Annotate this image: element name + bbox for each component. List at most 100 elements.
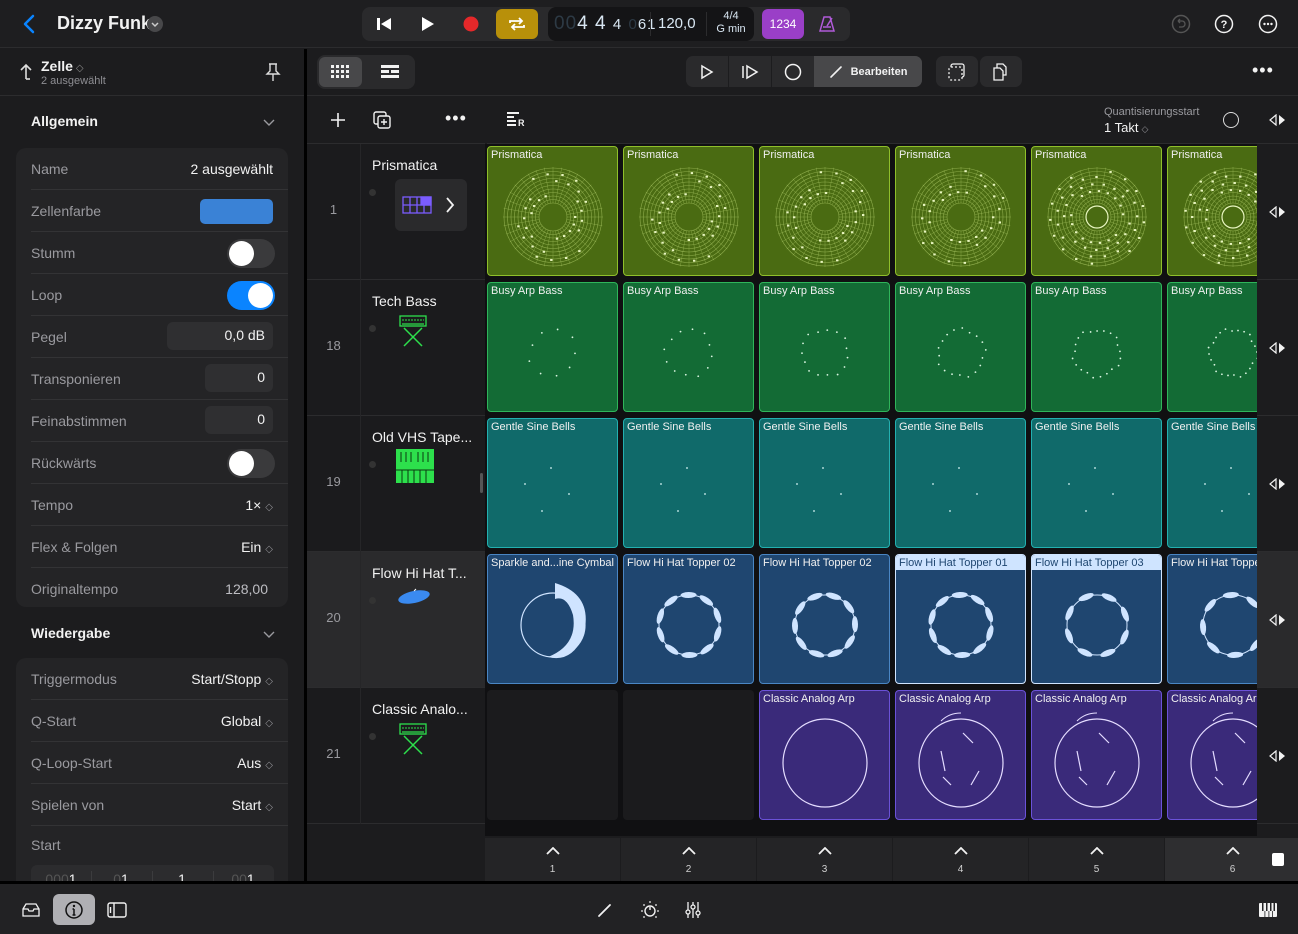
track-launch-button[interactable] (1257, 280, 1298, 416)
track-row[interactable]: 20 Flow Hi Hat T... (307, 552, 485, 688)
cell-color-swatch[interactable] (200, 199, 273, 224)
tempo-select[interactable]: 1× ◇ (245, 497, 273, 513)
play-from-select[interactable]: Start ◇ (232, 797, 273, 813)
pencil-tool-button[interactable] (592, 897, 618, 923)
clip-cell[interactable]: Prismatica (1167, 146, 1257, 276)
project-title[interactable]: Dizzy Funk (57, 13, 151, 34)
track-row[interactable]: 21 Classic Analo... (307, 688, 485, 824)
flex-follow-select[interactable]: Ein ◇ (241, 539, 273, 555)
inspector-up-button[interactable] (18, 61, 34, 81)
play-mode-button[interactable] (686, 56, 729, 87)
clip-cell[interactable]: Flow Hi Hat Topper 02 (759, 554, 890, 684)
track-launch-button[interactable] (1257, 144, 1298, 280)
copy-cells-button[interactable] (980, 56, 1022, 87)
pin-button[interactable] (265, 62, 281, 82)
section-general-header[interactable]: Allgemein (0, 107, 304, 137)
stop-all-scenes-button[interactable] (1272, 853, 1284, 866)
record-button[interactable] (451, 7, 491, 41)
clip-cell[interactable]: Busy Arp Bass (1167, 282, 1257, 412)
clip-cell-selected[interactable]: Flow Hi Hat Topper 03 (1031, 554, 1162, 684)
start-beat[interactable]: 01 (91, 871, 151, 881)
count-in-button[interactable]: 1234 (762, 9, 804, 39)
scene-launch-button[interactable]: 2 (621, 838, 757, 881)
clip-cell[interactable]: Gentle Sine Bells (623, 418, 754, 548)
play-from-selection-button[interactable] (729, 56, 772, 87)
drum-machine-icon[interactable] (395, 179, 467, 231)
q-loop-start-select[interactable]: Aus ◇ (237, 755, 273, 771)
loop-toggle[interactable] (227, 281, 275, 310)
tracks-view-button[interactable] (366, 57, 413, 87)
clip-cell[interactable]: Busy Arp Bass (623, 282, 754, 412)
clip-cell[interactable]: Gentle Sine Bells (895, 418, 1026, 548)
track-alignment-button[interactable]: R (507, 111, 527, 132)
cycle-button[interactable] (496, 9, 538, 39)
track-launch-button[interactable] (1257, 552, 1298, 688)
clip-cell[interactable]: Classic Analog Arp (895, 690, 1026, 820)
row-trigger-mode[interactable]: Triggermodus Start/Stopp ◇ (31, 658, 288, 700)
start-position-field[interactable]: 0001 01 1 001 (31, 865, 274, 881)
track-launch-button[interactable] (1257, 688, 1298, 824)
quantize-start-select[interactable]: 1 Takt ◇ (1104, 120, 1148, 135)
go-to-start-button[interactable] (364, 7, 404, 41)
start-bar[interactable]: 0001 (31, 871, 91, 881)
start-division[interactable]: 1 (152, 871, 212, 881)
fine-tune-field[interactable]: 0 (205, 406, 273, 434)
play-button[interactable] (408, 7, 448, 41)
keyboard-button[interactable] (1255, 897, 1281, 923)
clip-cell[interactable]: Gentle Sine Bells (487, 418, 618, 548)
scene-launch-button[interactable]: 1 (485, 838, 621, 881)
row-q-loop-start[interactable]: Q-Loop-Start Aus ◇ (31, 742, 288, 784)
clip-cell[interactable]: Prismatica (623, 146, 754, 276)
inspector-title[interactable]: Zelle ◇ (41, 58, 84, 74)
track-row[interactable]: 19 Old VHS Tape... (307, 416, 485, 552)
clip-cell[interactable]: Sparkle and...ine Cymbal (487, 554, 618, 684)
project-menu-button[interactable] (147, 16, 163, 32)
clip-cell[interactable]: Gentle Sine Bells (1031, 418, 1162, 548)
gain-field[interactable]: 0,0 dB (167, 322, 273, 350)
row-q-start[interactable]: Q-Start Global ◇ (31, 700, 288, 742)
clip-cell[interactable]: Busy Arp Bass (895, 282, 1026, 412)
edit-mode-button[interactable]: Bearbeiten (814, 56, 922, 87)
q-start-select[interactable]: Global ◇ (221, 713, 273, 729)
clip-cell[interactable]: Gentle Sine Bells (1167, 418, 1257, 548)
back-button[interactable] (18, 12, 42, 36)
undo-button[interactable] (1170, 13, 1192, 35)
clip-cell[interactable]: Prismatica (895, 146, 1026, 276)
inspector-button[interactable] (53, 894, 95, 925)
empty-cell[interactable] (487, 690, 618, 820)
clip-cell[interactable]: Busy Arp Bass (1031, 282, 1162, 412)
scene-launch-button[interactable]: 5 (1029, 838, 1165, 881)
browser-button[interactable] (18, 897, 44, 923)
clip-cell[interactable]: Prismatica (1031, 146, 1162, 276)
duplicate-track-button[interactable] (372, 110, 392, 135)
clip-cell[interactable]: Busy Arp Bass (759, 282, 890, 412)
select-cells-button[interactable] (936, 56, 978, 87)
column-header-launch[interactable] (1257, 97, 1298, 144)
record-mode-button[interactable] (772, 56, 815, 87)
clip-cell[interactable]: Classic Analog Arp (759, 690, 890, 820)
clip-cell[interactable]: Flow Hi Hat Topper 04 (1167, 554, 1257, 684)
section-playback-header[interactable]: Wiedergabe (0, 619, 304, 649)
smart-controls-button[interactable] (637, 897, 663, 923)
clip-cell[interactable]: Busy Arp Bass (487, 282, 618, 412)
lcd-display[interactable]: 004 4 4 061 120,0 4/4 G min (548, 7, 754, 41)
clip-cell[interactable]: Classic Analog Arp (1031, 690, 1162, 820)
sidebar-button[interactable] (104, 897, 130, 923)
add-track-button[interactable] (329, 111, 347, 134)
stop-all-button[interactable] (1223, 112, 1239, 128)
track-row[interactable]: 18 Tech Bass (307, 280, 485, 416)
row-name[interactable]: Name 2 ausgewählt (31, 148, 288, 190)
clip-cell[interactable]: Prismatica (487, 146, 618, 276)
clip-cell-selected[interactable]: Flow Hi Hat Topper 01 (895, 554, 1026, 684)
mute-toggle[interactable] (227, 239, 275, 268)
empty-cell[interactable] (623, 690, 754, 820)
reverse-toggle[interactable] (227, 449, 275, 478)
mixer-button[interactable] (680, 897, 706, 923)
help-button[interactable]: ? (1213, 13, 1235, 35)
start-tick[interactable]: 001 (213, 871, 273, 881)
row-play-from[interactable]: Spielen von Start ◇ (31, 784, 288, 826)
clip-cell[interactable]: Flow Hi Hat Topper 02 (623, 554, 754, 684)
scene-launch-button[interactable]: 4 (893, 838, 1029, 881)
metronome-button[interactable] (812, 9, 842, 39)
clip-cell[interactable]: Classic Analog Arp (1167, 690, 1257, 820)
